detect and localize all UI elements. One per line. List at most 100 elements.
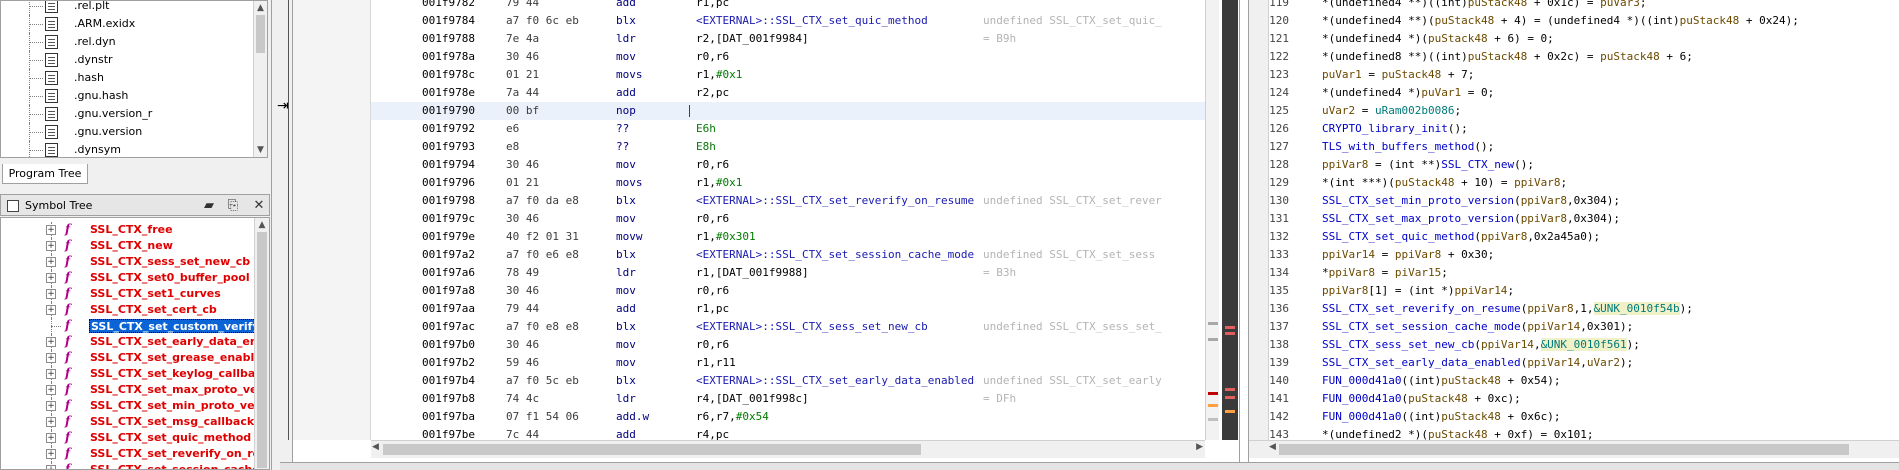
listing-row[interactable]: 001f97ba 07 f1 54 06 add.w r6,r7,#0x54 xyxy=(371,408,1205,426)
listing-row[interactable]: 001f9796 01 21 movs r1,#0x1 xyxy=(371,174,1205,192)
program-tree-item[interactable]: .gnu.version_r xyxy=(1,105,253,123)
decompiled-code[interactable]: SSL_CTX_set_min_proto_version(ppiVar8,0x… xyxy=(1322,192,1620,210)
instruction-operands[interactable]: r2,pc xyxy=(696,84,729,102)
expand-icon[interactable]: + xyxy=(46,449,56,459)
instruction-operands[interactable]: r0,r6 xyxy=(696,336,729,354)
listing-row[interactable]: 001f97b4 a7 f0 5c eb blx <EXTERNAL>::SSL_CT… xyxy=(371,372,1205,390)
listing-row[interactable]: 001f979c 30 46 mov r0,r6 xyxy=(371,210,1205,228)
program-tree-scroll-thumb[interactable] xyxy=(256,15,265,53)
listing-marker-bar[interactable] xyxy=(1222,0,1238,440)
decompiler-line[interactable]: 129 *(int ***)(puStack48 + 10) = ppiVar8; xyxy=(1249,174,1899,192)
decompiler-line[interactable]: 136 SSL_CTX_set_reverify_on_resume(ppiVar… xyxy=(1249,300,1899,318)
symbol-tree-item[interactable]: + f SSL_CTX_set_min_proto_ver xyxy=(1,398,260,414)
decompiled-code[interactable]: FUN_000d41a0((int)puStack48 + 0x54); xyxy=(1322,372,1560,390)
instruction-operands[interactable]: r0,r6 xyxy=(696,48,729,66)
decompiler-line[interactable]: 125 uVar2 = uRam002b0086; xyxy=(1249,102,1899,120)
symbol-tree-item[interactable]: + f SSL_CTX_set_cert_cb xyxy=(1,302,253,318)
expand-icon[interactable]: + xyxy=(46,385,56,395)
program-tree[interactable]: .rel.plt .ARM.exidx .rel.dyn .dynstr .hash .g… xyxy=(0,0,268,158)
decompiled-code[interactable]: SSL_CTX_set_session_cache_mode(ppiVar14,… xyxy=(1322,318,1633,336)
decompiler-line[interactable]: 139 SSL_CTX_set_early_data_enabled(ppiVar… xyxy=(1249,354,1899,372)
symbol-tree-item[interactable]: + f SSL_CTX_set_quic_method xyxy=(1,430,253,446)
instruction-mnemonic[interactable]: ?? xyxy=(616,120,629,138)
expand-icon[interactable]: + xyxy=(46,305,56,315)
decompiler-view[interactable]: 119 *(undefined4 **)((int)puStack48 + 0x1… xyxy=(1248,0,1899,462)
symbol-tree-item[interactable]: + f SSL_CTX_sess_set_new_cb xyxy=(1,254,253,270)
symbol-tree-item[interactable]: + f SSL_CTX_set_max_proto_ver xyxy=(1,382,263,398)
listing-row[interactable]: 001f9790 00 bf nop xyxy=(371,102,1205,120)
listing-row[interactable]: 001f9784 a7 f0 6c eb blx <EXTERNAL>::SSL_CT… xyxy=(371,12,1205,30)
decompiler-line[interactable]: 119 *(undefined4 **)((int)puStack48 + 0x1… xyxy=(1249,0,1899,12)
decompiled-code[interactable]: *(undefined4 **)(puStack48 + 4) = (undef… xyxy=(1322,12,1799,30)
instruction-mnemonic[interactable]: nop xyxy=(616,102,636,120)
decompiled-code[interactable]: ppiVar14 = ppiVar8 + 0x30; xyxy=(1322,246,1494,264)
instruction-mnemonic[interactable]: add xyxy=(616,84,636,102)
instruction-operands[interactable]: <EXTERNAL>::SSL_CTX_set_session_cache_mo… xyxy=(696,246,974,264)
decompiler-line[interactable]: 124 *(undefined4 *)puVar1 = 0; xyxy=(1249,84,1899,102)
symbol-tree-item[interactable]: + f SSL_CTX_set0_buffer_pool xyxy=(1,270,253,286)
scroll-up-icon[interactable]: ▲ xyxy=(254,1,267,15)
instruction-operands[interactable]: E6h xyxy=(696,120,716,138)
scroll-up-icon[interactable]: ▲ xyxy=(255,218,269,232)
create-namespace-icon[interactable]: ▰ xyxy=(201,198,217,214)
decompiled-code[interactable]: FUN_000d41a0(puStack48 + 0xc); xyxy=(1322,390,1521,408)
symbol-tree-item[interactable]: + f SSL_CTX_free xyxy=(1,222,253,238)
decompiler-line[interactable]: 132 SSL_CTX_set_quic_method(ppiVar8,0x2a4… xyxy=(1249,228,1899,246)
panel-splitter[interactable]: ⇥ xyxy=(272,0,292,470)
scroll-left-icon[interactable]: ◀ xyxy=(372,442,379,452)
listing-hscroll-thumb[interactable] xyxy=(383,444,921,455)
decompiler-line[interactable]: 127 TLS_with_buffers_method(); xyxy=(1249,138,1899,156)
listing-overview-bar[interactable] xyxy=(1205,0,1219,440)
instruction-mnemonic[interactable]: mov xyxy=(616,282,636,300)
decompiler-line[interactable]: 134 *ppiVar8 = piVar15; xyxy=(1249,264,1899,282)
expand-icon[interactable]: + xyxy=(46,289,56,299)
symbol-tree-item[interactable]: + f SSL_CTX_set1_curves xyxy=(1,286,253,302)
program-tree-item[interactable]: .rel.dyn xyxy=(1,33,253,51)
instruction-mnemonic[interactable]: add xyxy=(616,0,636,12)
instruction-operands[interactable]: r0,r6 xyxy=(696,156,729,174)
instruction-operands[interactable]: r1,#0x1 xyxy=(696,66,742,84)
instruction-mnemonic[interactable]: add.w xyxy=(616,408,649,426)
symbol-tree-scroll-thumb[interactable] xyxy=(257,232,267,468)
instruction-mnemonic[interactable]: blx xyxy=(616,318,636,336)
listing-row[interactable]: 001f97b0 30 46 mov r0,r6 xyxy=(371,336,1205,354)
listing-row[interactable]: 001f979e 40 f2 01 31 movw r1,#0x301 xyxy=(371,228,1205,246)
listing-view[interactable]: 001f9782 79 44 add r1,pc 001f9784 a7 f0 6c eb… xyxy=(292,0,1240,462)
decompiler-line[interactable]: 126 CRYPTO_library_init(); xyxy=(1249,120,1899,138)
decompiler-line[interactable]: 142 FUN_000d41a0((int)puStack48 + 0x6c); xyxy=(1249,408,1899,426)
decompiled-code[interactable]: *(undefined8 **)((int)puStack48 + 0x2c) … xyxy=(1322,48,1693,66)
decompiler-line[interactable]: 122 *(undefined8 **)((int)puStack48 + 0x2… xyxy=(1249,48,1899,66)
expand-icon[interactable]: + xyxy=(46,465,56,469)
listing-row[interactable]: 001f9793 e8?? E8h xyxy=(371,138,1205,156)
listing-row[interactable]: 001f978c 01 21 movs r1,#0x1 xyxy=(371,66,1205,84)
instruction-mnemonic[interactable]: movs xyxy=(616,174,643,192)
instruction-operands[interactable]: r0,r6 xyxy=(696,282,729,300)
instruction-operands[interactable]: r4,[DAT_001f998c] xyxy=(696,390,809,408)
decompiled-code[interactable]: TLS_with_buffers_method(); xyxy=(1322,138,1494,156)
program-tree-item[interactable]: .ARM.exidx xyxy=(1,15,253,33)
program-tree-item[interactable]: .rel.plt xyxy=(1,1,253,15)
expand-icon[interactable]: + xyxy=(46,337,56,347)
instruction-mnemonic[interactable]: mov xyxy=(616,354,636,372)
listing-row[interactable]: 001f9792 e6?? E6h xyxy=(371,120,1205,138)
listing-row[interactable]: 001f9794 30 46 mov r0,r6 xyxy=(371,156,1205,174)
symbol-tree-item[interactable]: f SSL_CTX_set_custom_verify xyxy=(1,318,262,334)
decompiler-line[interactable]: 138 SSL_CTX_sess_set_new_cb(ppiVar14,&UNK… xyxy=(1249,336,1899,354)
program-tree-item[interactable]: .gnu.version xyxy=(1,123,253,141)
decompiled-code[interactable]: *(int ***)(puStack48 + 10) = ppiVar8; xyxy=(1322,174,1567,192)
symbol-tree-item[interactable]: + f SSL_CTX_set_grease_enable xyxy=(1,350,262,366)
scroll-right-icon[interactable]: ▶ xyxy=(1196,442,1203,452)
expand-icon[interactable]: + xyxy=(46,401,56,411)
symbol-tree-vscrollbar[interactable]: ▲ xyxy=(254,218,269,469)
symbol-tree-item[interactable]: + f SSL_CTX_set_reverify_on_re xyxy=(1,446,260,462)
instruction-operands[interactable]: E8h xyxy=(696,138,716,156)
decompiled-code[interactable]: *(undefined4 *)puVar1 = 0; xyxy=(1322,84,1494,102)
instruction-operands[interactable]: r6,r7,#0x54 xyxy=(696,408,769,426)
scroll-left-icon[interactable]: ◀ xyxy=(1269,442,1276,452)
instruction-operands[interactable]: r1,#0x301 xyxy=(696,228,756,246)
decompiler-line[interactable]: 120 *(undefined4 **)(puStack48 + 4) = (un… xyxy=(1249,12,1899,30)
listing-row[interactable]: 001f97a6 78 49 ldr r1,[DAT_001f9988] = B3h xyxy=(371,264,1205,282)
decompiled-code[interactable]: SSL_CTX_sess_set_new_cb(ppiVar14,&UNK_00… xyxy=(1322,336,1640,354)
decompiled-code[interactable]: *(undefined4 **)((int)puStack48 + 0x1c) … xyxy=(1322,0,1647,12)
instruction-mnemonic[interactable]: blx xyxy=(616,12,636,30)
